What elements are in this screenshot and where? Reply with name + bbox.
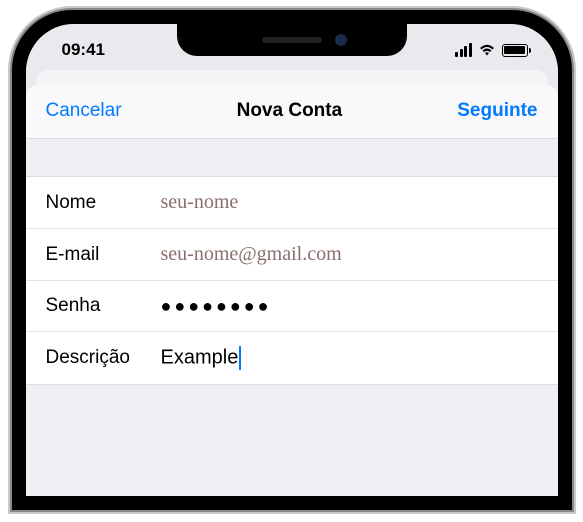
account-form: Nome seu-nome E-mail seu-nome@gmail.com … xyxy=(26,177,558,385)
text-cursor xyxy=(239,346,241,370)
nav-bar: Cancelar Nova Conta Seguinte xyxy=(26,84,558,139)
description-label: Descrição xyxy=(46,347,161,369)
wifi-icon xyxy=(478,43,496,57)
password-label: Senha xyxy=(46,295,161,317)
name-field[interactable]: seu-nome xyxy=(161,191,538,214)
modal-title: Nova Conta xyxy=(237,100,343,122)
next-button[interactable]: Seguinte xyxy=(457,100,537,122)
speaker xyxy=(262,37,322,43)
front-camera xyxy=(335,34,347,46)
notch xyxy=(177,24,407,56)
new-account-modal: Cancelar Nova Conta Seguinte Nome seu-no… xyxy=(26,84,558,496)
email-label: E-mail xyxy=(46,244,161,266)
description-value: Example xyxy=(161,346,239,368)
name-label: Nome xyxy=(46,192,161,214)
section-spacer xyxy=(26,139,558,177)
bottom-spacer xyxy=(26,385,558,496)
battery-icon xyxy=(502,44,528,57)
cancel-button[interactable]: Cancelar xyxy=(46,100,122,122)
password-field[interactable]: ●●●●●●●● xyxy=(161,296,538,317)
background-card xyxy=(36,70,548,84)
description-field[interactable]: Example xyxy=(161,346,538,370)
form-row-name[interactable]: Nome seu-nome xyxy=(26,177,558,229)
form-row-password[interactable]: Senha ●●●●●●●● xyxy=(26,281,558,332)
phone-screen: 09:41 Cancelar Nova Conta xyxy=(26,24,558,496)
phone-frame: 09:41 Cancelar Nova Conta xyxy=(12,10,572,510)
cellular-signal-icon xyxy=(455,43,472,57)
status-time: 09:41 xyxy=(62,40,105,60)
form-row-description[interactable]: Descrição Example xyxy=(26,332,558,385)
form-row-email[interactable]: E-mail seu-nome@gmail.com xyxy=(26,229,558,281)
email-field[interactable]: seu-nome@gmail.com xyxy=(161,243,538,266)
status-icons xyxy=(455,43,528,57)
